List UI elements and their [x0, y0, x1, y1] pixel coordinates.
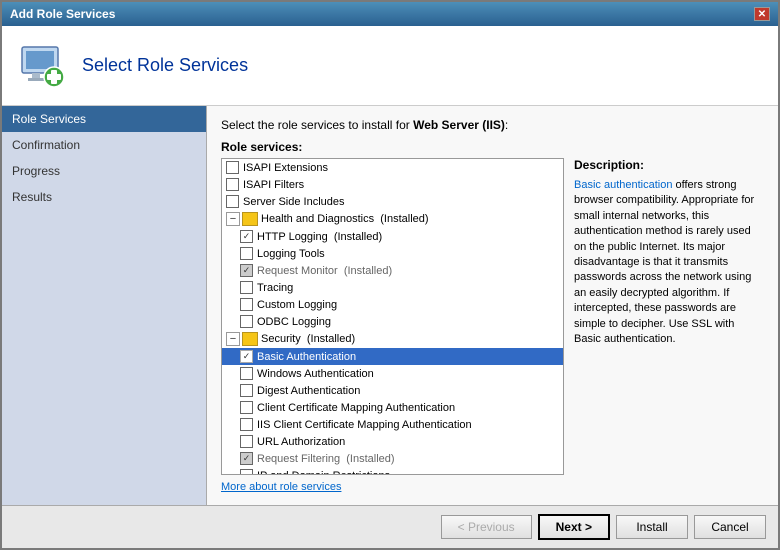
previous-button[interactable]: < Previous — [441, 515, 532, 539]
description-body: offers strong browser compatibility. App… — [574, 179, 754, 345]
list-item[interactable]: Client Certificate Mapping Authenticatio… — [222, 399, 563, 416]
list-item[interactable]: HTTP Logging (Installed) — [222, 228, 563, 245]
checkbox-tracing[interactable] — [240, 281, 253, 294]
checkbox-request-filter[interactable] — [240, 452, 253, 465]
title-bar: Add Role Services ✕ — [2, 2, 778, 26]
checkbox-http-logging[interactable] — [240, 230, 253, 243]
expand-health-diag-icon[interactable]: − — [226, 212, 240, 226]
list-item[interactable]: IP and Domain Restrictions — [222, 467, 563, 475]
checkbox-iis-client-cert[interactable] — [240, 418, 253, 431]
checkbox-custom-logging[interactable] — [240, 298, 253, 311]
list-item[interactable]: Request Filtering (Installed) — [222, 450, 563, 467]
more-link: More about role services — [221, 481, 764, 493]
list-item[interactable]: Logging Tools — [222, 245, 563, 262]
header-section: Select Role Services — [2, 26, 778, 106]
role-services-label: Role services: — [221, 140, 764, 154]
two-col-layout: ISAPI Extensions ISAPI Filters Server Si… — [221, 158, 764, 475]
list-item[interactable]: Request Monitor (Installed) — [222, 262, 563, 279]
sidebar-item-results[interactable]: Results — [2, 184, 206, 210]
main-content: Select the role services to install for … — [207, 106, 778, 505]
checkbox-digest-auth[interactable] — [240, 384, 253, 397]
folder-icon-security — [242, 332, 258, 346]
close-button[interactable]: ✕ — [754, 7, 770, 21]
sidebar-item-progress[interactable]: Progress — [2, 158, 206, 184]
checkbox-isapi-ext[interactable] — [226, 161, 239, 174]
checkbox-isapi-filters[interactable] — [226, 178, 239, 191]
content-area: Role Services Confirmation Progress Resu… — [2, 106, 778, 505]
header-title: Select Role Services — [82, 55, 248, 76]
window: Add Role Services ✕ Select Role Services — [0, 0, 780, 550]
sidebar-item-confirmation[interactable]: Confirmation — [2, 132, 206, 158]
list-item[interactable]: Windows Authentication — [222, 365, 563, 382]
cancel-button[interactable]: Cancel — [694, 515, 766, 539]
tree-panel[interactable]: ISAPI Extensions ISAPI Filters Server Si… — [221, 158, 564, 475]
folder-icon — [242, 212, 258, 226]
sidebar: Role Services Confirmation Progress Resu… — [2, 106, 207, 505]
next-button[interactable]: Next > — [538, 514, 610, 540]
checkbox-odbc-logging[interactable] — [240, 315, 253, 328]
instruction-text: Select the role services to install for … — [221, 118, 764, 132]
list-item[interactable]: ISAPI Filters — [222, 176, 563, 193]
list-item[interactable]: Custom Logging — [222, 296, 563, 313]
window-title: Add Role Services — [10, 7, 115, 21]
list-item[interactable]: Tracing — [222, 279, 563, 296]
description-text: Basic authentication offers strong brows… — [574, 178, 764, 347]
list-item[interactable]: Digest Authentication — [222, 382, 563, 399]
group-security[interactable]: − Security (Installed) — [222, 330, 563, 348]
list-item[interactable]: IIS Client Certificate Mapping Authentic… — [222, 416, 563, 433]
list-item-basic-auth[interactable]: Basic Authentication — [222, 348, 563, 365]
checkbox-basic-auth[interactable] — [240, 350, 253, 363]
checkbox-request-monitor[interactable] — [240, 264, 253, 277]
checkbox-server-side[interactable] — [226, 195, 239, 208]
checkbox-client-cert[interactable] — [240, 401, 253, 414]
description-link[interactable]: Basic authentication — [574, 179, 672, 191]
checkbox-logging-tools[interactable] — [240, 247, 253, 260]
checkbox-ip-domain[interactable] — [240, 469, 253, 475]
bottom-bar: < Previous Next > Install Cancel — [2, 505, 778, 548]
list-item[interactable]: Server Side Includes — [222, 193, 563, 210]
group-health-diag[interactable]: − Health and Diagnostics (Installed) — [222, 210, 563, 228]
list-item[interactable]: ODBC Logging — [222, 313, 563, 330]
expand-security-icon[interactable]: − — [226, 332, 240, 346]
list-item[interactable]: URL Authorization — [222, 433, 563, 450]
sidebar-item-role-services[interactable]: Role Services — [2, 106, 206, 132]
install-button[interactable]: Install — [616, 515, 688, 539]
more-about-link[interactable]: More about role services — [221, 481, 341, 493]
description-panel: Description: Basic authentication offers… — [574, 158, 764, 475]
checkbox-url-auth[interactable] — [240, 435, 253, 448]
description-label: Description: — [574, 158, 764, 172]
list-item[interactable]: ISAPI Extensions — [222, 159, 563, 176]
checkbox-windows-auth[interactable] — [240, 367, 253, 380]
header-icon — [18, 41, 68, 91]
